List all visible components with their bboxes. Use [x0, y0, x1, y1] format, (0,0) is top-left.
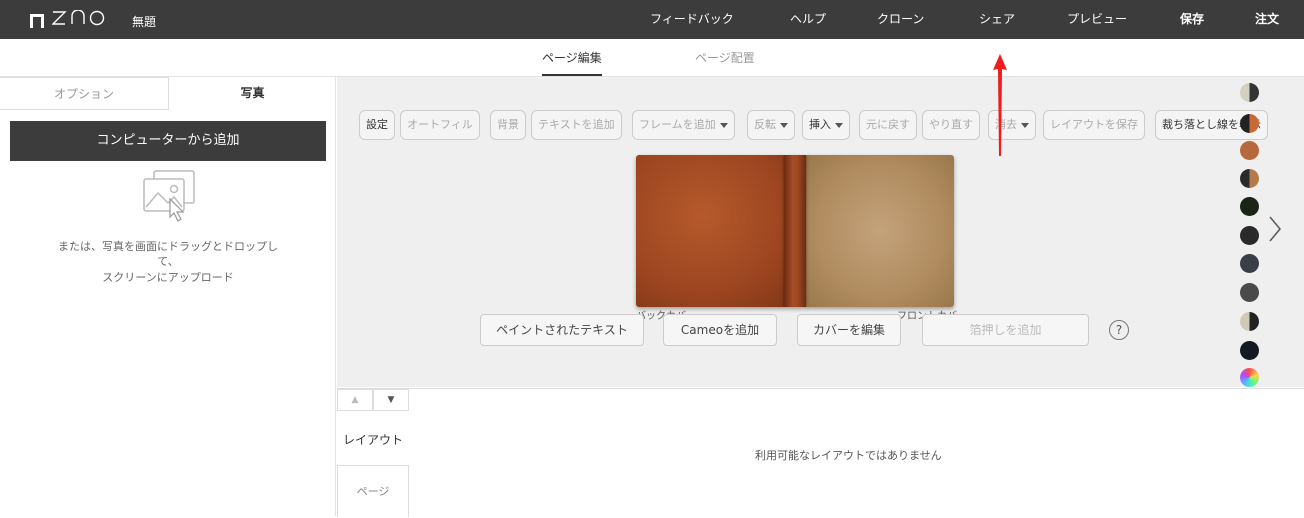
tool-flip-label: 反転 [754, 118, 776, 131]
zno-wordmark-icon [51, 9, 105, 26]
annotation-arrow-icon [990, 52, 1010, 161]
tool-autofill[interactable]: オートフィル [400, 110, 480, 140]
tab-page-edit[interactable]: ページ編集 [542, 49, 602, 76]
page-tab[interactable]: ページ [337, 465, 409, 517]
tab-options[interactable]: オプション [0, 77, 169, 110]
add-cameo-button[interactable]: Cameoを追加 [663, 314, 777, 346]
zno-logo[interactable] [30, 9, 106, 31]
nav-help[interactable]: ヘルプ [790, 0, 826, 39]
chevron-down-icon [719, 122, 728, 128]
help-icon[interactable]: ? [1109, 320, 1129, 340]
scroll-down-button[interactable]: ▼ [373, 389, 409, 411]
left-panel: オプション 写真 コンピューターから追加 または、写真を画面にドラッグとドロップ… [0, 77, 336, 516]
no-layout-message: 利用可能なレイアウトではありません [755, 449, 942, 462]
nav-share[interactable]: シェア [979, 0, 1015, 39]
upload-photo-icon [140, 169, 198, 228]
tool-add-frame-label: フレームを追加 [639, 118, 716, 131]
drop-text-line-1: または、写真を画面にドラッグとドロップし [58, 240, 278, 253]
tool-insert-label: 挿入 [809, 118, 831, 131]
book-spine [784, 155, 806, 307]
tool-background[interactable]: 背景 [490, 110, 526, 140]
add-from-computer-button[interactable]: コンピューターから追加 [10, 121, 326, 161]
add-foil-button[interactable]: 箔押しを追加 [922, 314, 1089, 346]
tool-save-layout[interactable]: レイアウトを保存 [1043, 110, 1145, 140]
drop-instructions: または、写真を画面にドラッグとドロップし て、 スクリーンにアップロード [30, 237, 306, 287]
drop-text-line-3: スクリーンにアップロード [102, 271, 234, 284]
nav-feedback[interactable]: フィードバック [650, 0, 734, 39]
sub-tabs: ページ編集 ページ配置 [0, 39, 1304, 77]
nav-preview[interactable]: プレビュー [1067, 0, 1127, 39]
editor-canvas: 設定 オートフィル 背景 テキストを追加 フレームを追加 反転 挿入 元に戻す … [337, 77, 1304, 387]
color-swatch[interactable] [1240, 341, 1259, 360]
color-swatch[interactable] [1240, 169, 1259, 188]
tab-page-arrange[interactable]: ページ配置 [695, 49, 755, 66]
tab-photos[interactable]: 写真 [169, 77, 336, 110]
logo-mark-icon [30, 13, 44, 28]
nav-clone[interactable]: クローン [877, 0, 924, 39]
layout-label: レイアウト [343, 433, 404, 447]
project-title[interactable]: 無題 [132, 13, 156, 30]
chevron-down-icon [1021, 122, 1029, 128]
drop-text-line-2: て、 [157, 255, 179, 268]
color-swatch[interactable] [1240, 283, 1259, 302]
tool-settings[interactable]: 設定 [359, 110, 395, 140]
top-bar: 無題 フィードバック ヘルプ クローン シェア プレビュー 保存 注文 [0, 0, 1304, 39]
scroll-up-button[interactable]: ▲ [337, 389, 373, 411]
tool-undo[interactable]: 元に戻す [859, 110, 917, 140]
tool-flip[interactable]: 反転 [747, 110, 795, 140]
nav-save[interactable]: 保存 [1180, 0, 1204, 39]
color-swatch[interactable] [1240, 197, 1259, 216]
tool-insert[interactable]: 挿入 [802, 110, 850, 140]
chevron-down-icon [780, 122, 788, 128]
tool-add-text[interactable]: テキストを追加 [531, 110, 622, 140]
brand-name [51, 9, 106, 31]
front-cover-leather [806, 155, 954, 307]
color-swatch[interactable] [1240, 312, 1259, 331]
chevron-down-icon [835, 122, 843, 128]
layout-panel: ▲ ▼ レイアウト ページ 利用可能なレイアウトではありません [337, 388, 1304, 517]
back-cover-leather [636, 155, 802, 307]
nav-order[interactable]: 注文 [1255, 0, 1279, 39]
color-swatch[interactable] [1240, 114, 1259, 133]
edit-cover-button[interactable]: カバーを編集 [797, 314, 901, 346]
color-swatch[interactable] [1240, 254, 1259, 273]
color-swatch[interactable] [1240, 83, 1259, 102]
book-cover-preview[interactable] [636, 155, 954, 307]
chevron-right-icon[interactable] [1268, 215, 1282, 246]
color-swatch[interactable] [1240, 368, 1259, 387]
painted-text-button[interactable]: ペイントされたテキスト [480, 314, 644, 346]
tool-add-frame[interactable]: フレームを追加 [632, 110, 735, 140]
color-swatch[interactable] [1240, 226, 1259, 245]
color-swatch[interactable] [1240, 141, 1259, 160]
tool-redo[interactable]: やり直す [922, 110, 980, 140]
